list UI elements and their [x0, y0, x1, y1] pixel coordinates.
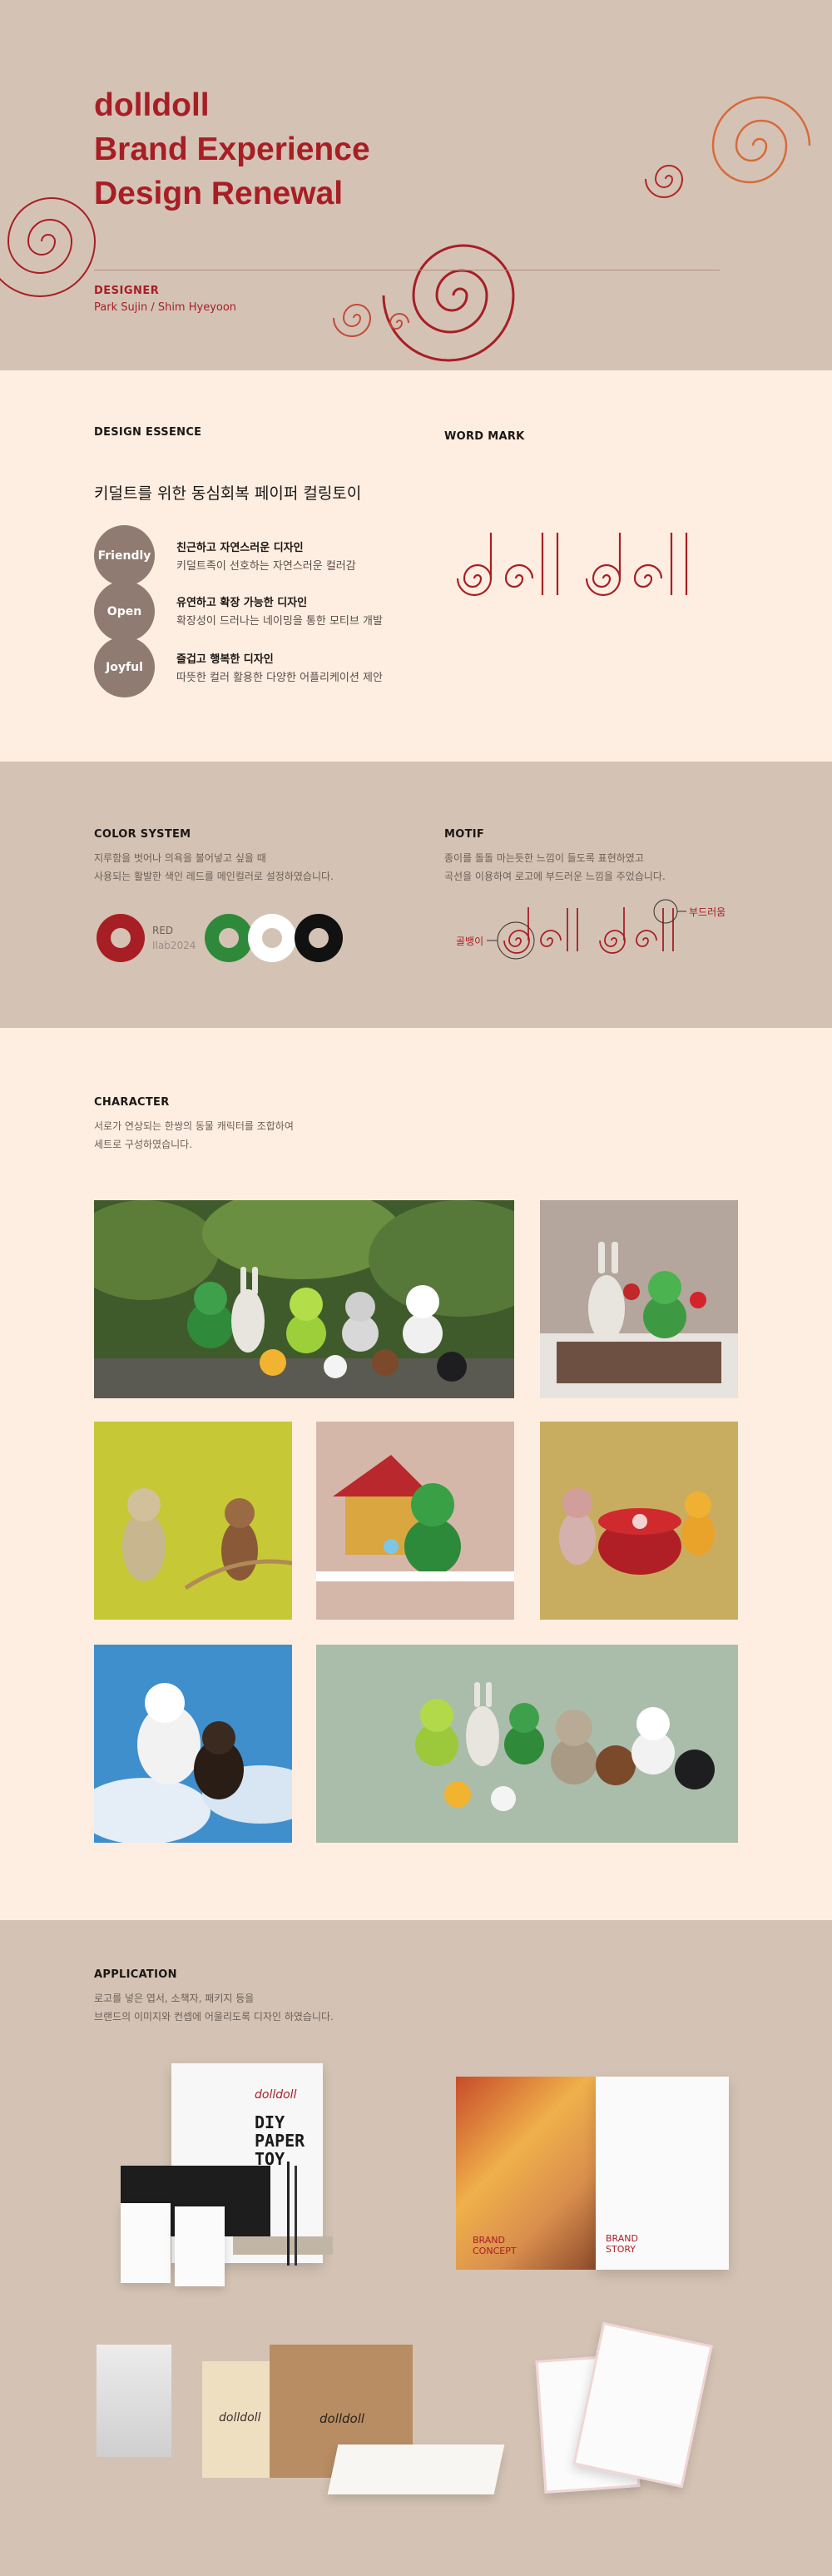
package-box [327, 2444, 505, 2494]
character-desc-line-2: 세트로 구성하였습니다. [94, 1139, 193, 1150]
essence-section: DESIGN ESSENCE WORD MARK 키덜트를 위한 동심회복 페이… [0, 370, 832, 762]
stone-block [233, 2236, 333, 2255]
application-desc-line-1: 로고를 넣은 엽서, 소책자, 패키지 등을 [94, 1993, 255, 2004]
character-photo-planter [540, 1200, 738, 1398]
essence-title-3: 즐겁고 행복한 디자인 [176, 653, 274, 666]
booklet-right-text: BRAND STORY [606, 2233, 638, 2255]
essence-headline: 키덜트를 위한 동심회복 페이퍼 컬링토이 [94, 484, 362, 503]
motif-label-right: 부드러움 [689, 906, 726, 918]
motif-desc-line-2: 곡선을 이용하여 로고에 부드러운 느낌을 주었습니다. [444, 871, 666, 882]
wordmark-logo [456, 533, 688, 597]
character-photo-garden [94, 1200, 514, 1398]
title-line-2: Brand Experience [94, 132, 370, 167]
pen-2 [295, 2166, 297, 2266]
postcard-2 [572, 2321, 713, 2489]
application-label: APPLICATION [94, 1968, 177, 1981]
designer-names: Park Sujin / Shim Hyeyoon [94, 301, 237, 314]
motif-label-left: 골뱅이 [456, 936, 484, 947]
poster-headline: DIY PAPER TOY [255, 2112, 305, 2169]
character-photo-drum [540, 1422, 738, 1620]
swatch-red-label: RED Ilab2024 [152, 923, 196, 953]
color-desc-line-1: 지루함을 벗어나 의욕을 불어넣고 싶을 때 [94, 852, 266, 864]
hero-title: dolldoll Brand Experience Design Renewal [94, 83, 370, 216]
motif-label: MOTIF [444, 828, 485, 841]
kraft-bag-logo: dolldoll [319, 2411, 365, 2426]
motif-desc-line-1: 종이를 돌돌 마는듯한 느낌이 들도록 표현하였고 [444, 852, 644, 864]
application-desc-line-2: 브랜드의 이미지와 컨셉에 어울리도록 디자인 하였습니다. [94, 2011, 334, 2023]
bag-grey [97, 2345, 171, 2457]
swatch-black [295, 914, 343, 962]
hero-section: dolldoll Brand Experience Design Renewal… [0, 0, 832, 370]
swatch-red [97, 914, 145, 962]
application-section: APPLICATION 로고를 넣은 엽서, 소책자, 패키지 등을 브랜드의 … [0, 1920, 832, 2576]
booklet-left-text: BRAND CONCEPT [473, 2235, 517, 2256]
character-photo-clouds [94, 1645, 292, 1843]
badge-joyful: Joyful [94, 637, 155, 697]
color-motif-section: COLOR SYSTEM 지루함을 벗어나 의욕을 불어넣고 싶을 때 사용되는… [0, 762, 832, 1028]
booklet-left-page: BRAND CONCEPT [456, 2077, 596, 2270]
character-photo-group [316, 1645, 738, 1843]
character-photo-house [316, 1422, 514, 1620]
character-label: CHARACTER [94, 1096, 170, 1109]
character-desc: 서로가 연상되는 한쌍의 동물 캐릭터를 조합하여 세트로 구성하였습니다. [94, 1117, 294, 1154]
poster-logo: dolldoll [255, 2088, 297, 2102]
character-photo-fence [94, 1422, 292, 1620]
color-desc-line-2: 사용되는 활발한 색인 레드를 메인컬러로 설정하였습니다. [94, 871, 334, 882]
essence-desc-1: 키덜트족이 선호하는 자연스러운 컬러감 [176, 560, 356, 573]
swatch-red-code: Ilab2024 [152, 940, 196, 951]
business-card-1 [121, 2203, 171, 2283]
swatch-green [205, 914, 253, 962]
essence-title-1: 친근하고 자연스러운 디자인 [176, 542, 304, 554]
color-system-desc: 지루함을 벗어나 의욕을 불어넣고 싶을 때 사용되는 활발한 색인 레드를 메… [94, 849, 334, 886]
business-card-2 [175, 2206, 225, 2286]
booklet-right-page: BRAND STORY [596, 2077, 729, 2270]
badge-open: Open [94, 581, 155, 642]
swatch-white [248, 914, 296, 962]
designer-label: DESIGNER [94, 285, 160, 297]
essence-label: DESIGN ESSENCE [94, 426, 202, 439]
character-desc-line-1: 서로가 연상되는 한쌍의 동물 캐릭터를 조합하여 [94, 1120, 294, 1132]
essence-desc-3: 따뜻한 컬러 활용한 다양한 어플리케이션 제안 [176, 672, 383, 684]
essence-title-2: 유연하고 확장 가능한 디자인 [176, 597, 308, 609]
color-system-label: COLOR SYSTEM [94, 828, 191, 841]
wordmark-label: WORD MARK [444, 430, 525, 443]
title-line-3: Design Renewal [94, 176, 344, 211]
swatch-red-name: RED [152, 925, 174, 936]
pen-1 [287, 2162, 290, 2266]
essence-desc-2: 확장성이 드러나는 네이밍을 통한 모티브 개발 [176, 615, 383, 628]
application-desc: 로고를 넣은 엽서, 소책자, 패키지 등을 브랜드의 이미지와 컨셉에 어울리… [94, 1989, 334, 2026]
character-section: CHARACTER 서로가 연상되는 한쌍의 동물 캐릭터를 조합하여 세트로 … [0, 1028, 832, 1920]
bag-logo: dolldoll [219, 2411, 261, 2425]
badge-friendly: Friendly [94, 525, 155, 586]
motif-desc: 종이를 돌돌 마는듯한 느낌이 들도록 표현하였고 곡선을 이용하여 로고에 부… [444, 849, 666, 886]
divider-line [94, 270, 720, 271]
title-line-1: dolldoll [94, 87, 210, 123]
